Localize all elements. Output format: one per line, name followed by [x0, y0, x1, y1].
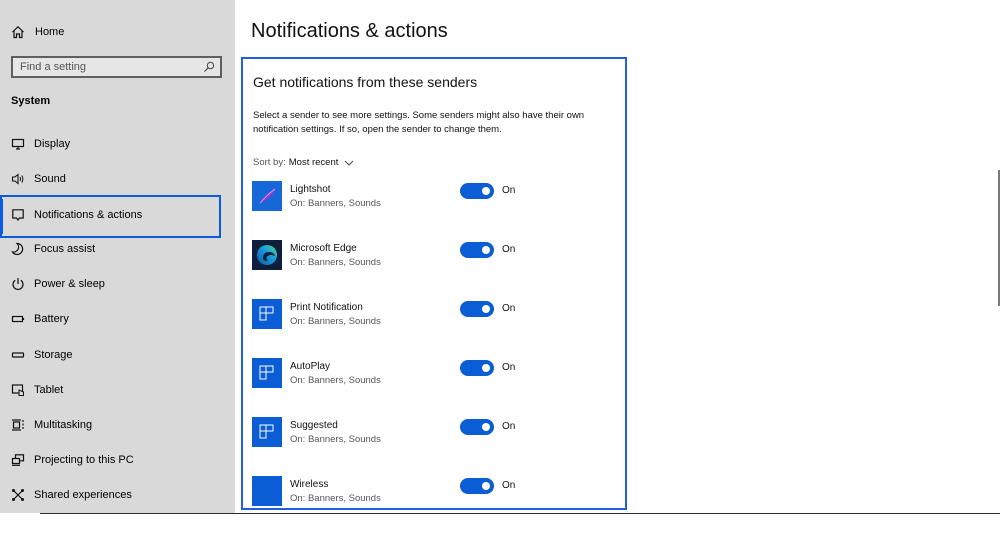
sender-status: On: Banners, Sounds — [290, 375, 381, 386]
sender-item-microsoft-edge[interactable]: Microsoft Edge On: Banners, Sounds On — [252, 240, 622, 280]
section-title-system: System — [11, 95, 51, 107]
sidebar-item-label: Projecting to this PC — [34, 454, 134, 466]
sender-name: AutoPlay — [290, 361, 331, 372]
search-icon[interactable] — [203, 61, 215, 73]
storage-icon — [11, 352, 25, 358]
sidebar-item-shared-experiences[interactable]: Shared experiences — [0, 478, 235, 513]
shared-experiences-icon — [12, 489, 24, 501]
sidebar-item-focus-assist[interactable]: Focus assist — [0, 232, 235, 267]
toggle-knob — [482, 246, 490, 254]
sidebar: Home Find a setting System Display Sound… — [0, 0, 235, 513]
tablet-icon — [11, 384, 24, 396]
sidebar-item-power-sleep[interactable]: Power & sleep — [0, 267, 235, 302]
sidebar-item-tablet[interactable]: Tablet — [0, 373, 235, 408]
search-placeholder: Find a setting — [20, 61, 87, 73]
lightshot-icon — [252, 181, 282, 211]
sidebar-item-label: Shared experiences — [34, 489, 132, 501]
moon-icon — [11, 242, 24, 256]
power-icon — [12, 278, 24, 291]
sender-toggle[interactable] — [460, 242, 494, 258]
home-label: Home — [35, 26, 65, 38]
sender-status: On: Banners, Sounds — [290, 434, 381, 445]
senders-panel: Get notifications from these senders Sel… — [241, 57, 627, 510]
sender-name: Print Notification — [290, 302, 363, 313]
sender-name: Suggested — [290, 420, 338, 431]
home-nav-item[interactable]: Home — [0, 22, 235, 44]
sender-item-lightshot[interactable]: Lightshot On: Banners, Sounds On — [252, 181, 622, 221]
sender-status: On: Banners, Sounds — [290, 198, 381, 209]
sidebar-item-label: Storage — [34, 349, 73, 361]
toggle-label: On — [502, 421, 516, 432]
sidebar-item-label: Notifications & actions — [34, 209, 143, 221]
settings-window: Home Find a setting System Display Sound… — [0, 0, 1000, 533]
sender-status: On: Banners, Sounds — [290, 493, 381, 504]
sidebar-item-notifications-actions[interactable]: Notifications & actions — [0, 198, 235, 233]
sidebar-item-battery[interactable]: Battery — [0, 302, 235, 337]
notification-icon — [12, 209, 24, 221]
chevron-down-icon — [345, 160, 354, 166]
sidebar-item-label: Power & sleep — [34, 278, 105, 290]
toggle-knob — [482, 305, 490, 313]
multitasking-icon — [12, 419, 24, 431]
toggle-label: On — [502, 480, 516, 491]
sender-toggle[interactable] — [460, 419, 494, 435]
sidebar-item-sound[interactable]: Sound — [0, 162, 235, 197]
speaker-icon — [11, 173, 24, 185]
sidebar-item-label: Focus assist — [34, 243, 96, 255]
window-bottom-divider — [0, 513, 1000, 514]
sidebar-item-label: Tablet — [34, 384, 64, 396]
toggle-knob — [482, 364, 490, 372]
toggle-knob — [482, 187, 490, 195]
toggle-label: On — [502, 244, 516, 255]
toggle-label: On — [502, 362, 516, 373]
sidebar-item-projecting[interactable]: Projecting to this PC — [0, 443, 235, 478]
sender-toggle[interactable] — [460, 183, 494, 199]
toggle-knob — [482, 482, 490, 490]
sender-toggle[interactable] — [460, 478, 494, 494]
sender-toggle[interactable] — [460, 360, 494, 376]
sidebar-item-display[interactable]: Display — [0, 127, 235, 162]
blank-tile-icon — [252, 476, 282, 506]
app-tile-icon — [252, 417, 282, 447]
sidebar-item-label: Battery — [34, 313, 69, 325]
sender-name: Wireless — [290, 479, 329, 490]
sidebar-item-label: Sound — [34, 173, 66, 185]
panel-description: Select a sender to see more settings. So… — [253, 110, 585, 135]
page-title: Notifications & actions — [251, 20, 448, 42]
sidebar-item-label: Display — [34, 138, 71, 150]
battery-icon — [11, 315, 25, 323]
sender-name: Microsoft Edge — [290, 243, 357, 254]
sort-value: Most recent — [288, 157, 339, 168]
sender-item-suggested[interactable]: Suggested On: Banners, Sounds On — [252, 417, 622, 457]
window-bottom-divider-gap — [0, 513, 40, 514]
toggle-label: On — [502, 185, 516, 196]
sidebar-item-multitasking[interactable]: Multitasking — [0, 408, 235, 443]
sort-dropdown[interactable]: Sort by: Most recent — [253, 157, 354, 168]
sender-status: On: Banners, Sounds — [290, 257, 381, 268]
app-tile-icon — [252, 358, 282, 388]
search-input[interactable]: Find a setting — [11, 56, 222, 78]
sidebar-item-storage[interactable]: Storage — [0, 338, 235, 373]
sender-item-wireless[interactable]: Wireless On: Banners, Sounds On — [252, 476, 622, 508]
sender-item-autoplay[interactable]: AutoPlay On: Banners, Sounds On — [252, 358, 622, 398]
toggle-knob — [482, 423, 490, 431]
display-icon — [11, 138, 25, 150]
toggle-label: On — [502, 303, 516, 314]
home-icon — [12, 25, 24, 39]
panel-title: Get notifications from these senders — [253, 74, 478, 90]
app-tile-icon — [252, 299, 282, 329]
projecting-icon — [11, 454, 25, 466]
sender-name: Lightshot — [290, 184, 331, 195]
edge-icon — [252, 240, 282, 270]
sidebar-item-label: Multitasking — [34, 419, 93, 431]
sender-status: On: Banners, Sounds — [290, 316, 381, 327]
sort-label: Sort by: — [253, 157, 286, 168]
sender-item-print-notification[interactable]: Print Notification On: Banners, Sounds O… — [252, 299, 622, 339]
sender-toggle[interactable] — [460, 301, 494, 317]
